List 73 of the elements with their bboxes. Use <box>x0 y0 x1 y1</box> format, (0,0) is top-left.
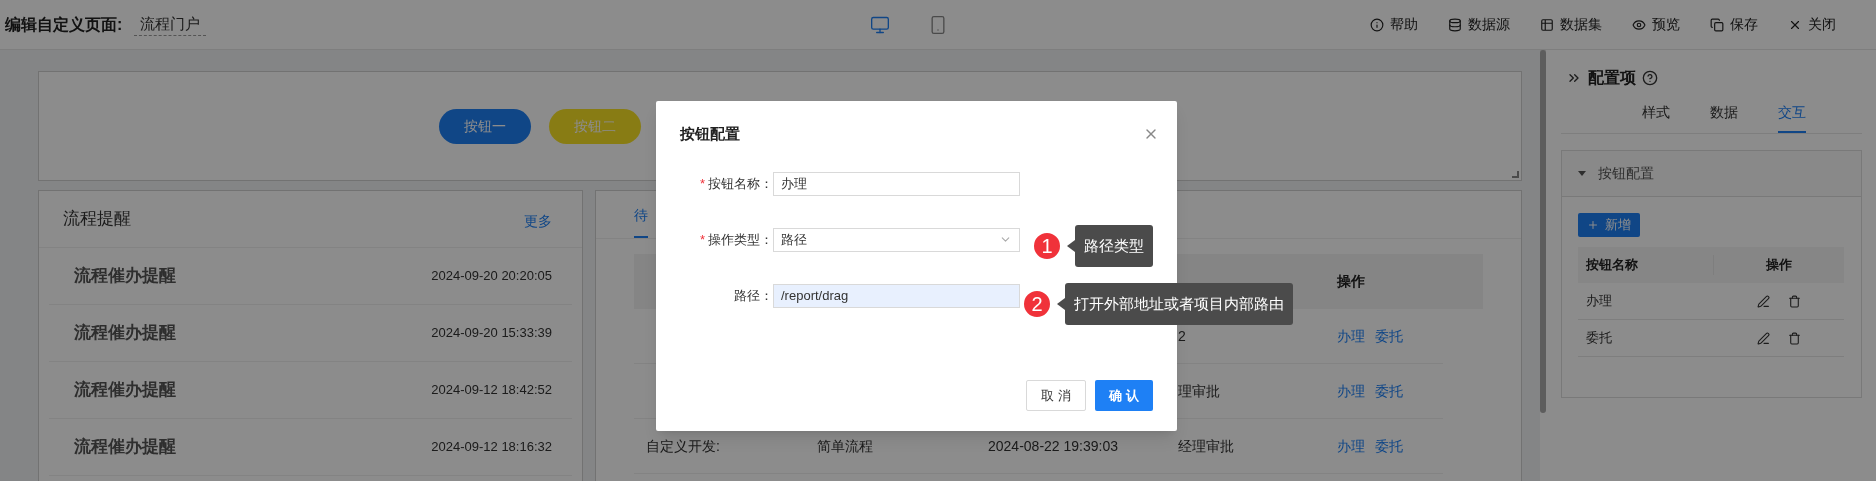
tooltip-pointer-icon <box>1057 298 1065 310</box>
eye-icon <box>1632 17 1646 32</box>
required-mark: * <box>699 230 705 249</box>
row-action-link[interactable]: 委托 <box>1375 325 1403 347</box>
field-label: 路径： <box>734 286 773 305</box>
toolbar-button[interactable]: 帮助 <box>1370 14 1418 35</box>
reminder-title[interactable]: 流程催办提醒 <box>74 377 176 403</box>
card-title: 流程提醒 <box>63 208 131 231</box>
table-cell-text: 经理审批 <box>1177 436 1235 456</box>
table-cell-text: 理审批 <box>1177 381 1221 401</box>
reminder-time: 2024-09-20 15:33:39 <box>431 324 552 343</box>
caret-icon[interactable] <box>1578 171 1586 176</box>
input-field[interactable]: 办理 <box>773 171 1020 196</box>
tooltip-pointer-icon <box>1067 240 1075 252</box>
database-icon <box>1448 17 1462 32</box>
edit-icon[interactable] <box>1757 294 1770 308</box>
panel-title: 配置项 <box>1588 68 1636 88</box>
canvas-button[interactable]: 按钮一 <box>439 108 531 144</box>
info-icon <box>1370 17 1384 32</box>
toolbar-button[interactable]: 关闭 <box>1788 14 1836 35</box>
reminder-title[interactable]: 流程催办提醒 <box>74 263 176 289</box>
table-icon <box>1540 17 1554 32</box>
toolbar-button[interactable]: 保存 <box>1710 14 1758 35</box>
toolbar-button[interactable]: 数据集 <box>1540 14 1602 35</box>
table-cell-text: 委托 <box>1585 329 1613 348</box>
reminder-time: 2024-09-12 18:42:52 <box>431 381 552 400</box>
reminder-time: 2024-09-20 20:20:05 <box>431 267 552 286</box>
column-header: 操作 <box>1336 272 1366 291</box>
edit-icon[interactable] <box>1757 331 1770 345</box>
table-cell-text: 2 <box>1177 326 1187 346</box>
required-mark: * <box>699 174 705 193</box>
row-action-link[interactable]: 办理 <box>1337 325 1365 347</box>
annotation-tooltip: 打开外部地址或者项目内部路由 <box>1065 283 1293 325</box>
row-action-link[interactable]: 办理 <box>1337 435 1365 457</box>
resize-handle-icon[interactable] <box>1512 171 1519 178</box>
plus-icon <box>1587 219 1599 231</box>
annotation-tooltip: 路径类型 <box>1075 225 1153 267</box>
row-action-link[interactable]: 委托 <box>1375 380 1403 402</box>
copy-icon <box>1710 17 1724 32</box>
delete-icon[interactable] <box>1788 294 1801 308</box>
toolbar-button[interactable]: 数据源 <box>1448 14 1510 35</box>
cancel-button[interactable]: 取 消 <box>1026 380 1086 411</box>
input-field[interactable]: /report/drag <box>773 283 1020 308</box>
task-tab[interactable]: 待 <box>634 205 648 238</box>
reminder-time: 2024-09-12 18:16:32 <box>431 438 552 457</box>
monitor-icon[interactable] <box>870 14 890 35</box>
config-tab[interactable]: 交互 <box>1778 102 1806 133</box>
help-icon[interactable] <box>1642 70 1658 86</box>
config-tab[interactable]: 数据 <box>1710 102 1738 133</box>
column-header: 操作 <box>1765 256 1793 275</box>
table-cell-text: 自定义开发: <box>645 436 721 456</box>
table-cell-text: 简单流程 <box>816 436 874 456</box>
table-cell-text: 2024-08-22 19:39:03 <box>987 436 1119 456</box>
add-button[interactable]: 新增 <box>1578 213 1640 237</box>
more-link[interactable]: 更多 <box>524 210 552 232</box>
delete-icon[interactable] <box>1788 331 1801 345</box>
scrollbar[interactable] <box>1540 50 1546 413</box>
row-action-link[interactable]: 委托 <box>1375 435 1403 457</box>
field-label: 按钮名称： <box>708 174 773 193</box>
field-label: 操作类型： <box>708 230 773 249</box>
dialog-title: 按钮配置 <box>680 124 740 144</box>
page-title: 编辑自定义页面: <box>5 14 123 35</box>
column-header: 按钮名称 <box>1578 255 1714 275</box>
page-name-field[interactable]: 流程门户 <box>134 12 207 37</box>
table-cell-text: 办理 <box>1585 292 1613 311</box>
reminder-title[interactable]: 流程催办提醒 <box>74 434 176 460</box>
section-title: 按钮配置 <box>1598 164 1654 183</box>
reminder-title[interactable]: 流程催办提醒 <box>74 320 176 346</box>
toolbar-button[interactable]: 预览 <box>1632 14 1680 35</box>
type-select[interactable]: 路径 <box>773 227 1020 252</box>
confirm-button[interactable]: 确 认 <box>1095 380 1153 411</box>
config-tab[interactable]: 样式 <box>1642 102 1670 133</box>
row-action-link[interactable]: 办理 <box>1337 380 1365 402</box>
